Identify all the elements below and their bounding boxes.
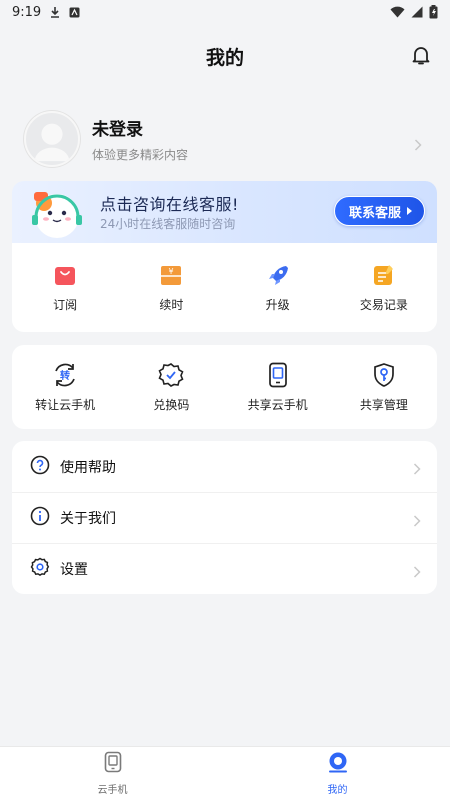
redeem-code-label: 兑换码	[153, 397, 190, 412]
about-us-menu-item[interactable]: 关于我们	[12, 492, 437, 543]
page-title: 我的	[205, 46, 244, 69]
help-circle-icon	[30, 455, 50, 479]
play-arrow-icon	[407, 207, 412, 215]
cloud-phone-icon	[103, 751, 123, 777]
transfer-icon: 转	[52, 362, 78, 388]
signal-icon	[411, 6, 423, 18]
settings-menu-card: 使用帮助 关于我们 设置	[12, 441, 437, 594]
redeem-code-button[interactable]: 兑换码	[118, 345, 224, 429]
transaction-records-button[interactable]: 交易记录	[331, 243, 437, 332]
gear-icon	[30, 557, 50, 581]
settings-menu-item[interactable]: 设置	[12, 543, 437, 594]
profile-section[interactable]: 未登录 体验更多精彩内容	[0, 88, 450, 176]
share-phone-button[interactable]: 共享云手机	[225, 345, 331, 429]
services-card: 转 转让云手机 兑换码 共享云手机 共享管理	[12, 345, 437, 429]
info-circle-icon	[30, 506, 50, 530]
svg-text:转: 转	[60, 369, 70, 382]
svg-text:¥: ¥	[169, 267, 174, 276]
share-management-label: 共享管理	[359, 397, 408, 412]
profile-subtitle: 体验更多精彩内容	[92, 148, 189, 162]
status-time: 9:19	[12, 4, 42, 20]
renew-label: 续时	[159, 298, 184, 312]
profile-icon	[327, 751, 349, 777]
tab-profile-label: 我的	[327, 785, 348, 796]
battery-icon	[429, 5, 438, 19]
about-us-menu-label: 关于我们	[60, 511, 116, 527]
quick-actions-card: 订阅 ¥ 续时 升级 交易记录	[12, 243, 437, 332]
subscribe-label: 订阅	[53, 298, 78, 312]
wifi-icon	[390, 6, 405, 18]
upgrade-button[interactable]: 升级	[225, 243, 331, 332]
share-phone-label: 共享云手机	[247, 397, 308, 412]
renew-button[interactable]: ¥ 续时	[118, 243, 224, 332]
help-menu-item[interactable]: 使用帮助	[12, 441, 437, 492]
bottom-tab-bar: 云手机 我的	[0, 746, 450, 800]
tab-cloud-phone-label: 云手机	[97, 785, 128, 796]
yuan-box-icon: ¥	[158, 262, 184, 288]
contact-support-button[interactable]: 联系客服	[333, 196, 425, 226]
badge-check-icon	[158, 362, 184, 388]
avatar[interactable]	[24, 111, 80, 167]
chevron-right-icon	[413, 460, 421, 479]
banner-subtitle: 24小时在线客服随时咨询	[100, 217, 236, 231]
transaction-records-label: 交易记录	[359, 298, 408, 312]
profile-name[interactable]: 未登录	[92, 115, 188, 140]
edit-note-icon	[371, 262, 397, 288]
upgrade-label: 升级	[265, 298, 290, 312]
transfer-phone-label: 转让云手机	[35, 397, 96, 412]
shield-key-icon	[371, 362, 397, 388]
chevron-right-icon	[413, 512, 421, 531]
shopping-bag-icon	[52, 262, 78, 288]
bell-icon[interactable]	[410, 44, 432, 70]
contact-support-label: 联系客服	[348, 205, 401, 221]
app-notification-icon	[69, 7, 80, 18]
tab-profile[interactable]: 我的	[225, 747, 450, 800]
support-banner[interactable]: 点击咨询在线客服! 24小时在线客服随时咨询 联系客服	[12, 181, 437, 247]
phone-icon	[265, 362, 291, 388]
help-menu-label: 使用帮助	[60, 459, 116, 476]
banner-title: 点击咨询在线客服!	[100, 195, 239, 214]
chevron-right-icon	[413, 563, 421, 582]
tab-cloud-phone[interactable]: 云手机	[0, 747, 225, 800]
share-management-button[interactable]: 共享管理	[331, 345, 437, 429]
subscribe-button[interactable]: 订阅	[12, 243, 118, 332]
transfer-phone-button[interactable]: 转 转让云手机	[12, 345, 118, 429]
settings-menu-label: 设置	[60, 562, 88, 578]
page-header: 我的	[0, 24, 450, 88]
rocket-icon	[265, 262, 291, 288]
chevron-right-icon	[414, 136, 422, 155]
status-bar: 9:19	[0, 0, 450, 24]
mascot-icon	[24, 183, 90, 245]
download-icon	[49, 6, 61, 18]
